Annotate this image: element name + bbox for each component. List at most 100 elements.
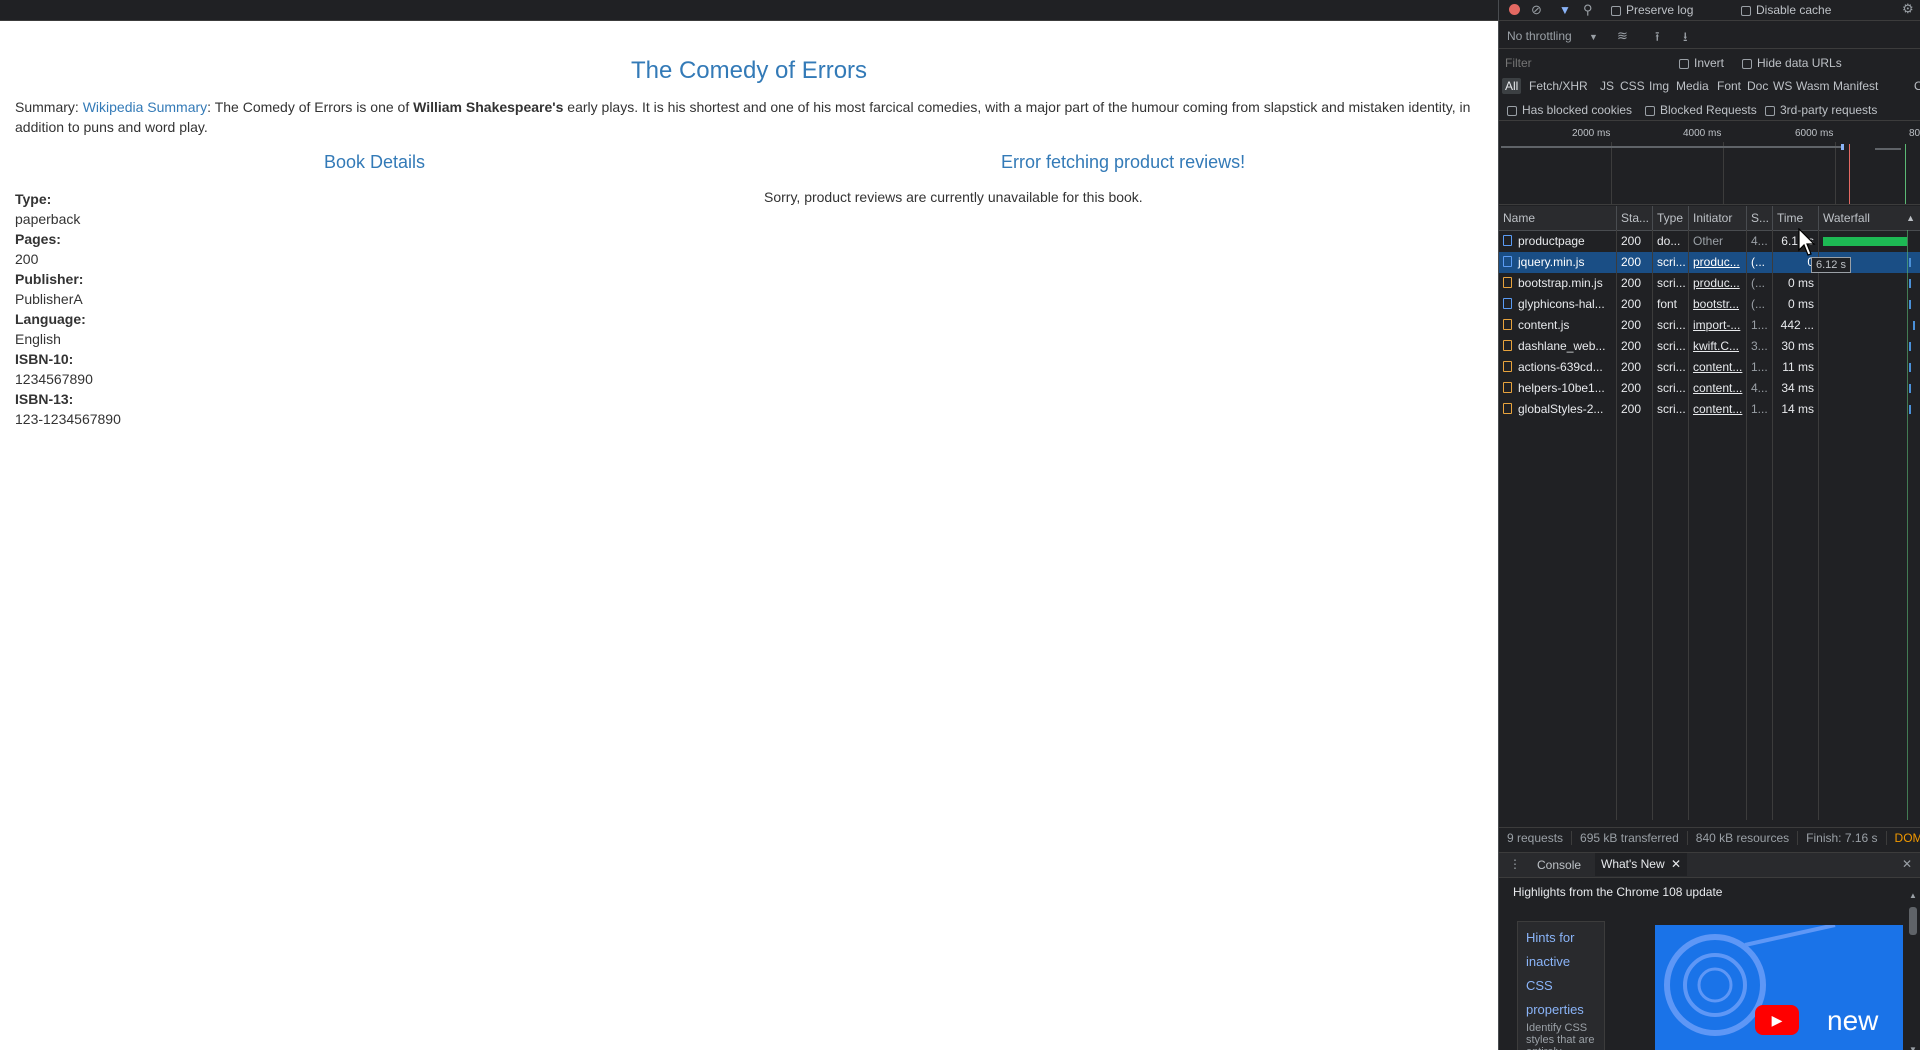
detail-key-pages: Pages: <box>15 231 61 247</box>
blocked-requests-label: Blocked Requests <box>1660 103 1757 117</box>
tab-console[interactable]: Console <box>1537 858 1581 872</box>
blocked-requests-checkbox[interactable]: Blocked Requests <box>1645 103 1757 117</box>
type-filter-media[interactable]: Media <box>1676 79 1709 93</box>
cell-size: (... <box>1747 294 1773 315</box>
column-header-status[interactable]: Sta... <box>1617 206 1653 230</box>
disable-cache-checkbox[interactable]: Disable cache <box>1741 3 1831 17</box>
filter-icon[interactable]: ▼ <box>1559 3 1571 17</box>
summary-paragraph: Summary: Wikipedia Summary: The Comedy o… <box>15 97 1485 137</box>
type-filter-img[interactable]: Img <box>1649 79 1669 93</box>
cell-initiator[interactable]: produc... <box>1689 252 1747 273</box>
cell-status: 200 <box>1617 357 1653 378</box>
column-header-name[interactable]: Name <box>1499 206 1617 230</box>
settings-gear-icon[interactable]: ⚙ <box>1902 1 1914 17</box>
third-party-checkbox[interactable]: 3rd-party requests <box>1765 103 1877 117</box>
tick-label: 6000 ms <box>1795 128 1834 139</box>
disable-cache-label: Disable cache <box>1756 3 1832 17</box>
hide-data-urls-checkbox[interactable]: Hide data URLs <box>1742 56 1842 70</box>
type-filter-fetch-xhr[interactable]: Fetch/XHR <box>1529 79 1588 93</box>
drawer-scrollbar[interactable]: ▲ ▼ <box>1907 891 1919 1050</box>
search-icon[interactable]: ⚲ <box>1583 2 1593 18</box>
type-filter-css[interactable]: CSS <box>1620 79 1645 93</box>
cell-initiator[interactable]: content... <box>1689 378 1747 399</box>
filter-input[interactable] <box>1503 54 1667 72</box>
throttling-select[interactable]: No throttling ▼ <box>1507 29 1598 43</box>
scrollbar-thumb[interactable] <box>1909 907 1917 935</box>
type-filter-all[interactable]: All <box>1502 78 1522 94</box>
type-filter-font[interactable]: Font <box>1717 79 1741 93</box>
youtube-play-icon[interactable]: ▶ <box>1755 1005 1799 1035</box>
cell-initiator[interactable]: content... <box>1689 399 1747 420</box>
table-row[interactable]: dashlane_web... 200 scri... kwift.C... 3... 3… <box>1499 336 1920 357</box>
record-icon[interactable] <box>1509 4 1520 15</box>
clear-icon[interactable]: ⊘ <box>1531 2 1542 18</box>
table-row[interactable]: actions-639cd... 200 scri... content... 1...… <box>1499 357 1920 378</box>
export-har-icon[interactable]: ⭳ <box>1683 28 1688 50</box>
browser-top-bar <box>0 0 1498 21</box>
import-har-icon[interactable]: ⭱ <box>1655 28 1660 50</box>
has-blocked-cookies-checkbox[interactable]: Has blocked cookies <box>1507 103 1632 117</box>
cell-initiator[interactable]: bootstr... <box>1689 294 1747 315</box>
cell-initiator[interactable]: kwift.C... <box>1689 336 1747 357</box>
scroll-up-icon[interactable]: ▲ <box>1909 891 1917 900</box>
column-header-time[interactable]: Time <box>1773 206 1819 230</box>
tab-whats-new-label: What's New <box>1601 857 1665 871</box>
network-conditions-icon[interactable]: ≋ <box>1617 28 1628 44</box>
type-filter-wasm[interactable]: Wasm <box>1796 79 1830 93</box>
cell-waterfall <box>1819 315 1920 336</box>
script-file-icon <box>1503 403 1512 414</box>
waterfall-bar <box>1909 405 1911 414</box>
invert-checkbox[interactable]: Invert <box>1679 56 1724 70</box>
table-row[interactable]: glyphicons-hal... 200 font bootstr... (... 0 … <box>1499 294 1920 315</box>
cell-time: 30 ms <box>1773 336 1819 357</box>
throttling-toolbar: No throttling ▼ ≋ ⭱ ⭳ <box>1499 24 1920 49</box>
cell-time: 0 ms <box>1773 294 1819 315</box>
feature-card-title[interactable]: Hints for inactive CSS properties <box>1526 926 1596 1022</box>
request-name: glyphicons-hal... <box>1518 297 1605 311</box>
close-drawer-icon[interactable]: ✕ <box>1902 857 1912 871</box>
script-file-icon <box>1503 319 1512 330</box>
type-filter-other[interactable]: O <box>1914 79 1920 93</box>
cell-waterfall <box>1819 231 1920 252</box>
table-row[interactable]: globalStyles-2... 200 scri... content... 1..… <box>1499 399 1920 420</box>
feature-card[interactable]: Hints for inactive CSS properties Identi… <box>1517 921 1605 1050</box>
cell-type: do... <box>1653 231 1689 252</box>
cell-name: jquery.min.js <box>1499 252 1617 273</box>
cell-initiator[interactable]: content... <box>1689 357 1747 378</box>
type-filter-doc[interactable]: Doc <box>1747 79 1768 93</box>
table-row[interactable]: jquery.min.js200scri...produc...(...0 <box>1499 252 1920 273</box>
table-row[interactable]: content.js 200 scri... import-... 1... 442 ..… <box>1499 315 1920 336</box>
devtools-panel: ⊘ ▼ ⚲ Preserve log Disable cache ⚙ No th… <box>1498 0 1920 1050</box>
feature-video-thumbnail[interactable]: ▶ new <box>1655 925 1903 1050</box>
overview-bar <box>1875 148 1901 150</box>
load-event-line <box>1905 144 1906 204</box>
type-filter-manifest[interactable]: Manifest <box>1833 79 1878 93</box>
hide-data-urls-label: Hide data URLs <box>1757 56 1842 70</box>
tab-whats-new[interactable]: What's New ✕ <box>1595 853 1688 876</box>
column-divider <box>1688 230 1689 820</box>
type-filter-js[interactable]: JS <box>1600 79 1614 93</box>
column-header-size[interactable]: S... <box>1747 206 1773 230</box>
wikipedia-summary-link[interactable]: Wikipedia Summary <box>83 99 207 115</box>
type-filter-ws[interactable]: WS <box>1773 79 1792 93</box>
preserve-log-checkbox[interactable]: Preserve log <box>1611 3 1693 17</box>
cell-initiator[interactable]: produc... <box>1689 273 1747 294</box>
close-icon[interactable]: ✕ <box>1671 857 1681 871</box>
cell-type: font <box>1653 294 1689 315</box>
column-header-waterfall-label: Waterfall <box>1823 211 1870 225</box>
network-overview-timeline[interactable]: 2000 ms 4000 ms 6000 ms 80 <box>1499 122 1920 205</box>
cell-initiator[interactable]: import-... <box>1689 315 1747 336</box>
column-header-initiator[interactable]: Initiator <box>1689 206 1747 230</box>
dom-content-loaded: DOM <box>1894 831 1920 845</box>
table-row[interactable]: productpage 200 do... Other 4... 6.12 s <box>1499 231 1920 252</box>
table-row[interactable]: bootstrap.min.js 200 scri... produc... (... 0… <box>1499 273 1920 294</box>
summary-author: William Shakespeare's <box>413 99 564 115</box>
drawer-menu-icon[interactable]: ⋮ <box>1509 857 1521 871</box>
scroll-down-icon[interactable]: ▼ <box>1909 1045 1917 1050</box>
table-row[interactable]: helpers-10be1... 200 scri... content... 4...… <box>1499 378 1920 399</box>
summary-label: Summary: <box>15 99 83 115</box>
column-header-waterfall[interactable]: Waterfall ▲ <box>1819 206 1920 230</box>
column-header-type[interactable]: Type <box>1653 206 1689 230</box>
cell-waterfall <box>1819 357 1920 378</box>
cell-waterfall <box>1819 273 1920 294</box>
